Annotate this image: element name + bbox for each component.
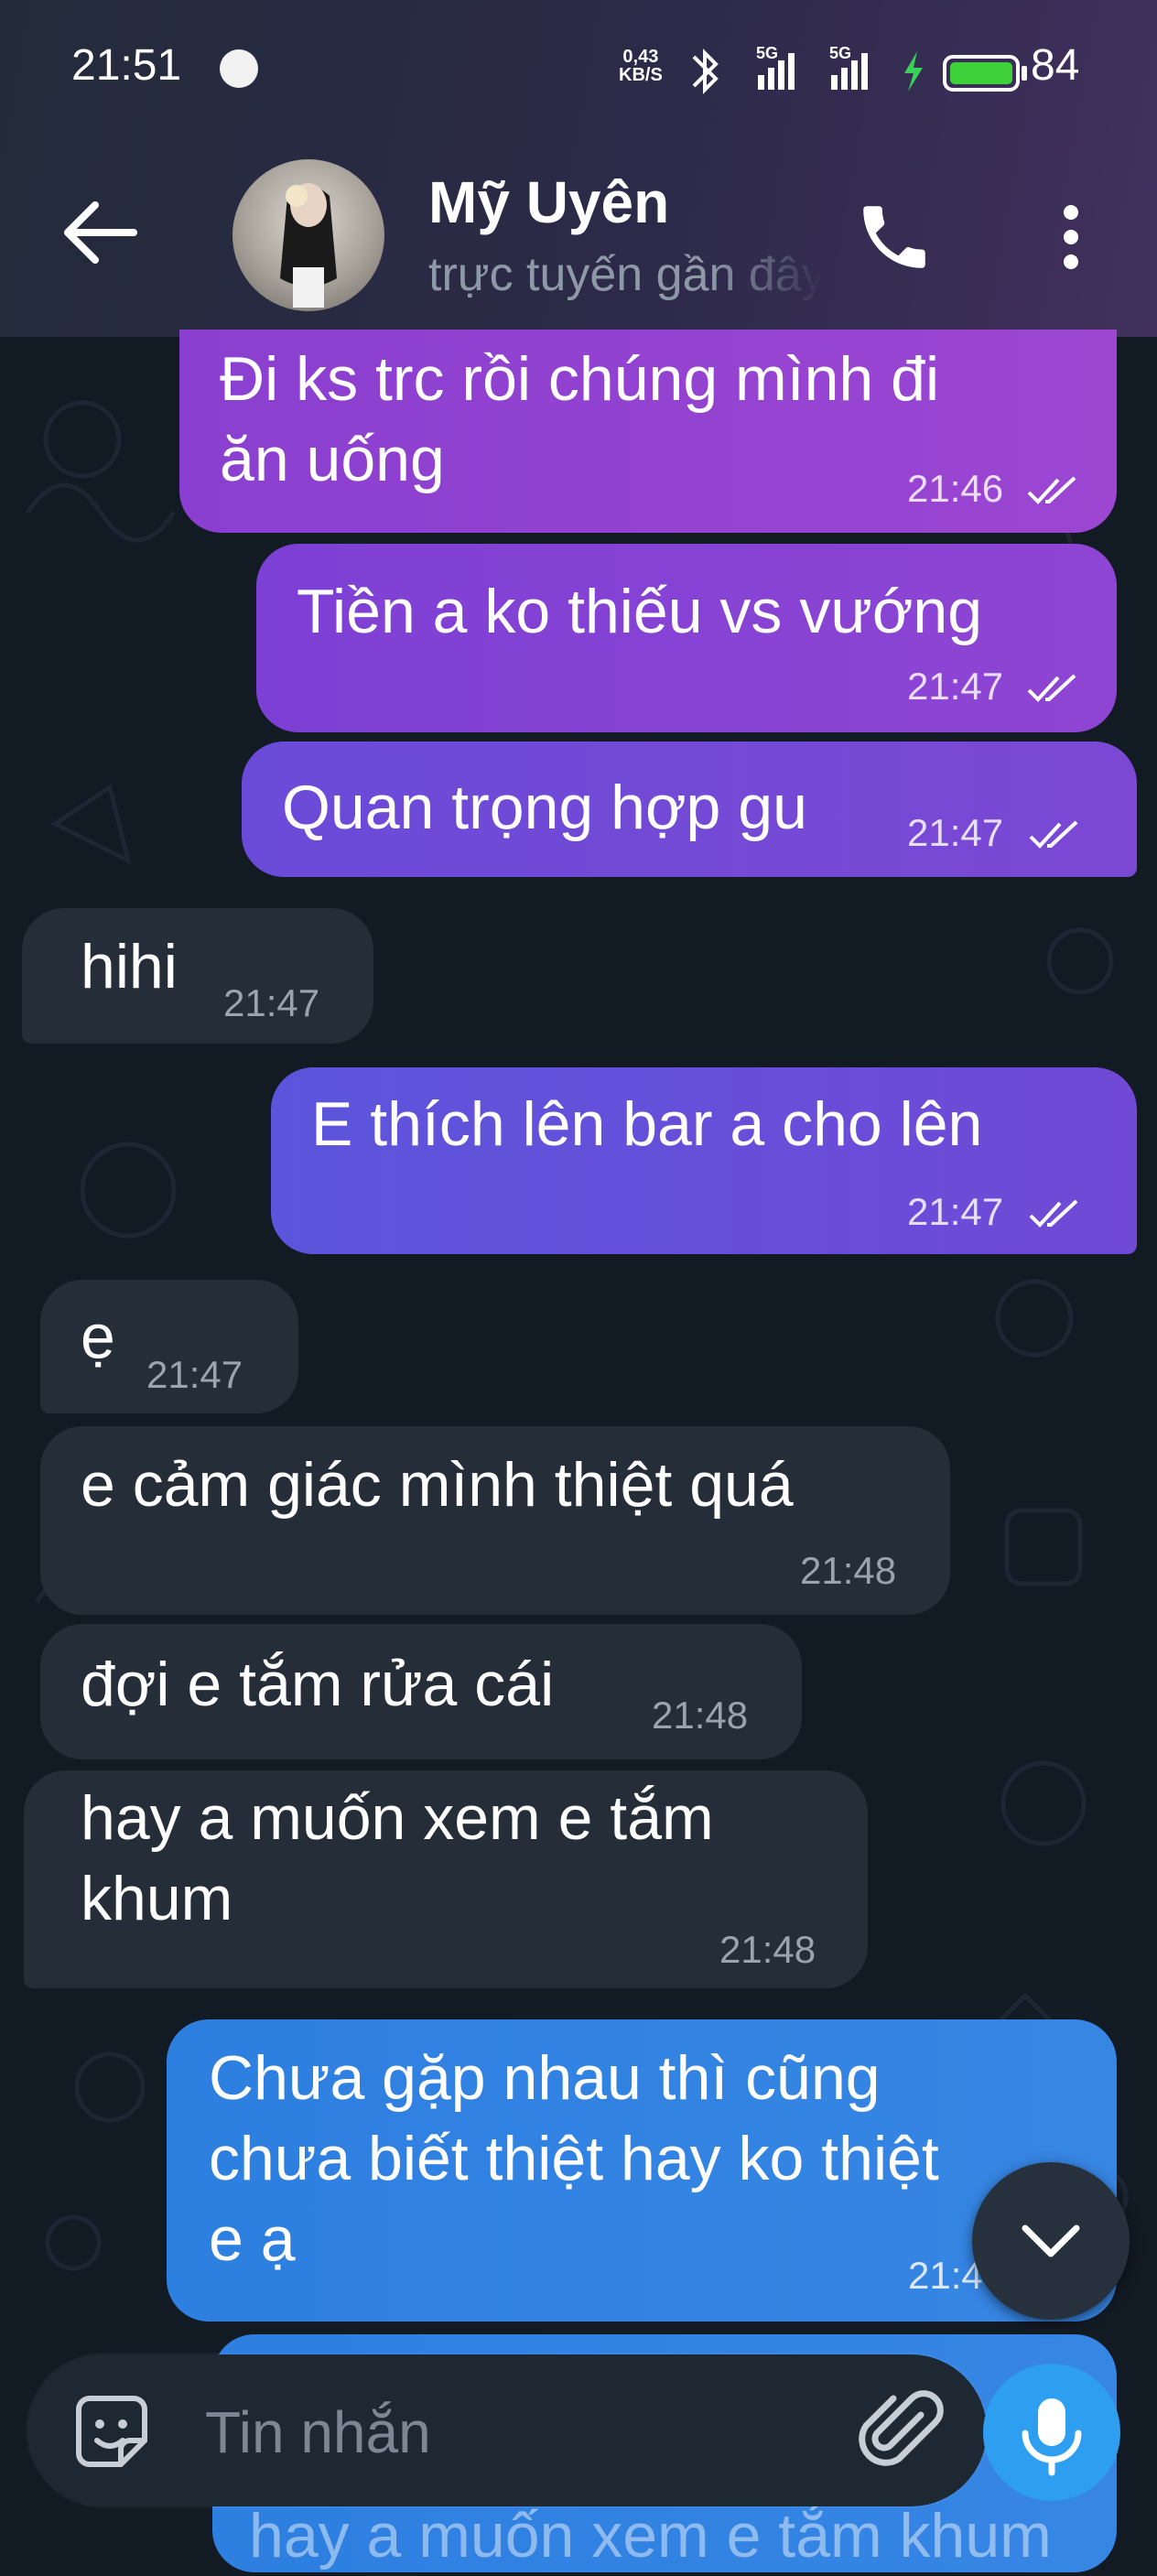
- message-bubble-incoming[interactable]: ẹ 21:47: [40, 1280, 298, 1413]
- contact-avatar[interactable]: [232, 159, 384, 311]
- message-bubble-incoming[interactable]: hihi 21:47: [22, 908, 373, 1044]
- message-bubble-incoming[interactable]: e cảm giác mình thiệt quá 21:48: [40, 1426, 950, 1615]
- message-time: 21:47: [146, 1353, 243, 1396]
- network-speed-unit: KB/S: [619, 65, 663, 85]
- microphone-icon: [1022, 2398, 1082, 2476]
- message-text: hay a muốn xem e tắm khum: [81, 1783, 714, 1933]
- message-time: 21:48: [719, 1928, 816, 1971]
- message-text: E thích lên bar a cho lên: [311, 1089, 983, 1159]
- scroll-to-bottom-button[interactable]: [972, 2162, 1130, 2320]
- message-bubble-outgoing[interactable]: Đi ks trc rồi chúng mình đi ăn uống 21:4…: [179, 330, 1117, 533]
- network-speed-value: 0,43: [622, 47, 659, 67]
- message-text: Quan trọng hợp gu: [282, 773, 807, 842]
- message-text: ẹ: [81, 1302, 115, 1371]
- sticker-button[interactable]: [70, 2389, 154, 2473]
- double-check-icon: [1029, 820, 1078, 849]
- phone-icon: [863, 206, 925, 268]
- message-input[interactable]: [203, 2397, 848, 2468]
- battery-icon: [943, 55, 1027, 92]
- call-button[interactable]: [853, 196, 935, 278]
- message-bubble-outgoing[interactable]: E thích lên bar a cho lên 21:47: [271, 1067, 1137, 1254]
- status-time: 21:51: [71, 41, 182, 90]
- message-text: Chưa gặp nhau thì cũng chưa biết thiệt h…: [209, 2043, 939, 2274]
- contact-status: trực tuyến gần đây: [428, 248, 822, 301]
- message-time: 21:46: [907, 467, 1004, 510]
- message-time: 21:48: [652, 1694, 749, 1737]
- message-bubble-incoming[interactable]: hay a muốn xem e tắm khum 21:48: [24, 1770, 868, 1988]
- message-text: hay a muốn xem e tắm khum: [249, 2501, 1052, 2571]
- message-bubble-outgoing[interactable]: Tiền a ko thiếu vs vướng 21:47: [256, 544, 1117, 732]
- back-arrow-icon: [64, 201, 137, 264]
- message-time: 21:47: [907, 811, 1004, 854]
- message-text: hihi: [81, 932, 178, 1001]
- network-type-2: 5G: [829, 44, 851, 62]
- battery-level: 84: [1031, 41, 1080, 90]
- message-bubble-incoming[interactable]: đợi e tắm rửa cái 21:48: [40, 1624, 802, 1759]
- status-icons: 5G 5G: [692, 44, 1027, 94]
- sticker-icon: [76, 2396, 147, 2467]
- attach-button[interactable]: [851, 2382, 952, 2483]
- status-bar: 21:51 0,43 KB/S 5G 5G 84: [0, 0, 1157, 137]
- voice-record-button[interactable]: [983, 2364, 1120, 2501]
- message-text: Đi ks trc rồi chúng mình đi ăn uống: [220, 344, 940, 494]
- message-text: Tiền a ko thiếu vs vướng: [297, 577, 983, 646]
- network-speed: 0,43 KB/S: [619, 48, 663, 84]
- message-text: e cảm giác mình thiệt quá: [81, 1450, 794, 1520]
- avatar-photo: [280, 183, 337, 308]
- double-check-icon: [1027, 476, 1076, 504]
- paperclip-icon: [859, 2390, 944, 2466]
- message-time: 21:47: [223, 981, 320, 1024]
- message-time: 21:47: [907, 1190, 1004, 1233]
- network-type-1: 5G: [756, 44, 778, 62]
- more-vert-icon: [1064, 205, 1078, 269]
- message-text: đợi e tắm rửa cái: [81, 1650, 555, 1719]
- more-options-button[interactable]: [1043, 196, 1098, 278]
- message-time: 21:48: [800, 1549, 897, 1592]
- back-button[interactable]: [55, 196, 146, 269]
- bluetooth-icon: [692, 49, 719, 94]
- double-check-icon: [1029, 1199, 1078, 1228]
- message-bubble-outgoing[interactable]: Quan trọng hợp gu 21:47: [242, 741, 1137, 877]
- notification-icon: [220, 49, 258, 88]
- charging-icon: [904, 51, 923, 92]
- contact-name[interactable]: Mỹ Uyên: [428, 168, 669, 236]
- message-time: 21:47: [907, 665, 1004, 708]
- double-check-icon: [1027, 674, 1076, 702]
- message-composer: [27, 2354, 987, 2506]
- chevron-down-icon: [1022, 2224, 1080, 2257]
